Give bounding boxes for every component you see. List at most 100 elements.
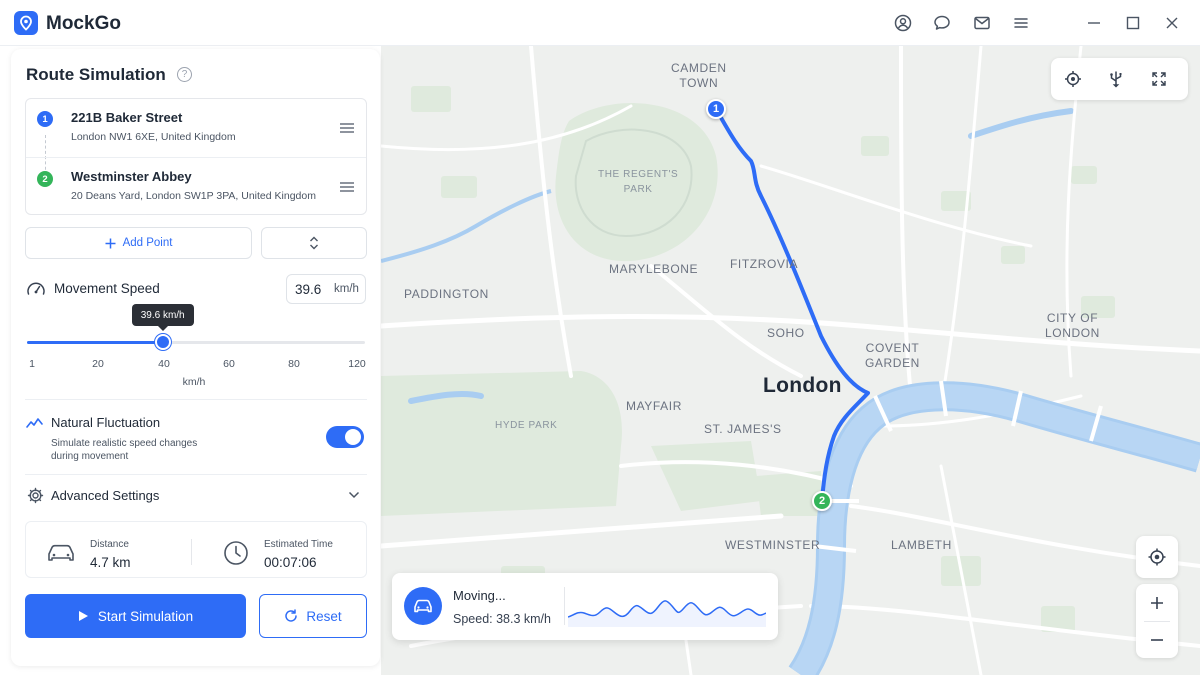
map-label-city-of-london: CITY OF LONDON [1045, 311, 1100, 340]
reset-label: Reset [306, 608, 342, 624]
gear-icon [27, 487, 44, 504]
speed-tick-label: 60 [223, 358, 235, 370]
speed-unit: km/h [334, 283, 359, 295]
speed-input[interactable]: 39.6 km/h [286, 274, 366, 304]
distance-label: Distance [90, 539, 129, 550]
menu-icon[interactable] [1011, 13, 1031, 33]
minimize-icon[interactable] [1084, 13, 1104, 33]
speed-tick-label: 120 [348, 358, 366, 370]
stats-divider [191, 539, 192, 565]
estimated-time-value: 00:07:06 [264, 555, 317, 570]
speed-value: 39.6 [295, 282, 322, 297]
location-pin-icon [20, 15, 32, 31]
map-label-camden: CAMDEN TOWN [671, 61, 727, 90]
zoom-in-button[interactable] [1136, 584, 1178, 621]
stop-number-badge: 2 [37, 171, 53, 187]
user-circle-icon[interactable] [893, 13, 913, 33]
app-name: MockGo [46, 13, 121, 34]
route-stop[interactable]: 1 221B Baker Street London NW1 6XE, Unit… [26, 99, 366, 157]
title-bar: MockGo [0, 0, 1200, 46]
maximize-icon[interactable] [1123, 13, 1143, 33]
zoom-controls [1136, 584, 1178, 658]
map-label-fitzrovia: FITZROVIA [730, 257, 799, 271]
start-simulation-label: Start Simulation [97, 608, 194, 624]
speed-slider-fill [27, 341, 163, 344]
crosshair-icon[interactable] [1136, 536, 1178, 578]
map-label-hyde-park: HYDE PARK [495, 420, 558, 431]
route-end-pin[interactable]: 2 [812, 491, 832, 511]
map-label-soho: SOHO [767, 326, 805, 340]
route-stats: Distance 4.7 km Estimated Time 00:07:06 [25, 521, 367, 578]
stop-number-badge: 1 [37, 111, 53, 127]
map-label-regents-park: THE REGENT'S PARK [598, 169, 679, 195]
app-window: MockGo CAMDEN TOWN THE REGENT'S PARK MAR… [0, 0, 1200, 675]
natural-fluctuation-toggle[interactable] [326, 426, 364, 448]
map-label-covent-garden: COVENT GARDEN [865, 341, 920, 370]
distance-value: 4.7 km [90, 555, 131, 570]
speed-slider[interactable] [27, 334, 365, 350]
section-divider [25, 399, 367, 400]
swap-order-button[interactable] [261, 227, 367, 259]
trend-wave-icon [26, 418, 43, 428]
refresh-icon [285, 609, 298, 622]
map-label-st-jamess: ST. JAMES'S [704, 422, 782, 436]
car-icon [404, 587, 442, 625]
movement-speed-label: Movement Speed [54, 281, 160, 296]
speed-tick-label: 40 [158, 358, 170, 370]
status-title: Moving... [453, 588, 506, 603]
fullscreen-icon[interactable] [1149, 69, 1169, 89]
section-divider [25, 474, 367, 475]
toggle-knob [345, 429, 361, 445]
car-icon [48, 544, 74, 561]
map-label-mayfair: MAYFAIR [626, 399, 682, 413]
advanced-settings-label[interactable]: Advanced Settings [51, 488, 159, 503]
usb-icon[interactable] [1106, 69, 1126, 89]
simulation-status-card: Moving... Speed: 38.3 km/h [392, 573, 778, 640]
my-location-button[interactable] [1136, 536, 1178, 578]
speed-tick-label: 1 [29, 358, 35, 370]
mail-icon[interactable] [972, 13, 992, 33]
drag-handle-icon[interactable] [340, 182, 354, 192]
estimated-time-label: Estimated Time [264, 539, 333, 550]
map-label-london: London [763, 374, 842, 397]
route-start-pin[interactable]: 1 [706, 99, 726, 119]
add-point-button[interactable]: Add Point [25, 227, 252, 259]
status-speed: Speed: 38.3 km/h [453, 612, 551, 626]
map-view[interactable]: CAMDEN TOWN THE REGENT'S PARK MARYLEBONE F… [381, 46, 1200, 675]
map-label-paddington: PADDINGTON [404, 287, 489, 301]
minus-icon [1151, 638, 1163, 641]
route-stop[interactable]: 2 Westminster Abbey 20 Deans Yard, Londo… [26, 157, 366, 215]
reset-button[interactable]: Reset [259, 594, 367, 638]
stop-address: London NW1 6XE, United Kingdom [71, 131, 236, 143]
help-icon[interactable]: ? [177, 67, 192, 82]
route-simulation-panel: Route Simulation ? 1 221B Baker Street L… [11, 49, 380, 666]
natural-fluctuation-title: Natural Fluctuation [51, 415, 161, 430]
app-logo [14, 11, 38, 35]
locate-icon[interactable] [1063, 69, 1083, 89]
plus-icon [1151, 596, 1163, 609]
map-label-lambeth: LAMBETH [891, 538, 952, 552]
speed-tick-label: 80 [288, 358, 300, 370]
drag-handle-icon[interactable] [340, 123, 354, 133]
stop-name: 221B Baker Street [71, 110, 183, 125]
speed-scale-unit: km/h [182, 376, 206, 388]
map-label-westminster: WESTMINSTER [725, 538, 821, 552]
speed-slider-thumb[interactable] [154, 334, 171, 350]
stop-name: Westminster Abbey [71, 169, 192, 184]
add-point-label: Add Point [122, 237, 173, 249]
speed-tooltip: 39.6 km/h [131, 304, 194, 331]
chevron-up-down-icon [310, 236, 318, 250]
start-simulation-button[interactable]: Start Simulation [25, 594, 246, 638]
status-divider [564, 587, 565, 625]
route-stops-list: 1 221B Baker Street London NW1 6XE, Unit… [25, 98, 367, 215]
chat-bubble-icon[interactable] [932, 13, 952, 33]
zoom-out-button[interactable] [1136, 621, 1178, 658]
panel-title: Route Simulation [26, 65, 166, 84]
speed-sparkline [568, 600, 766, 627]
map-label-marylebone: MARYLEBONE [609, 262, 699, 276]
play-icon [78, 611, 88, 621]
chevron-down-icon[interactable] [348, 491, 360, 499]
plus-icon [105, 238, 116, 248]
close-icon[interactable] [1162, 13, 1182, 33]
map-toolbar [1051, 58, 1188, 100]
